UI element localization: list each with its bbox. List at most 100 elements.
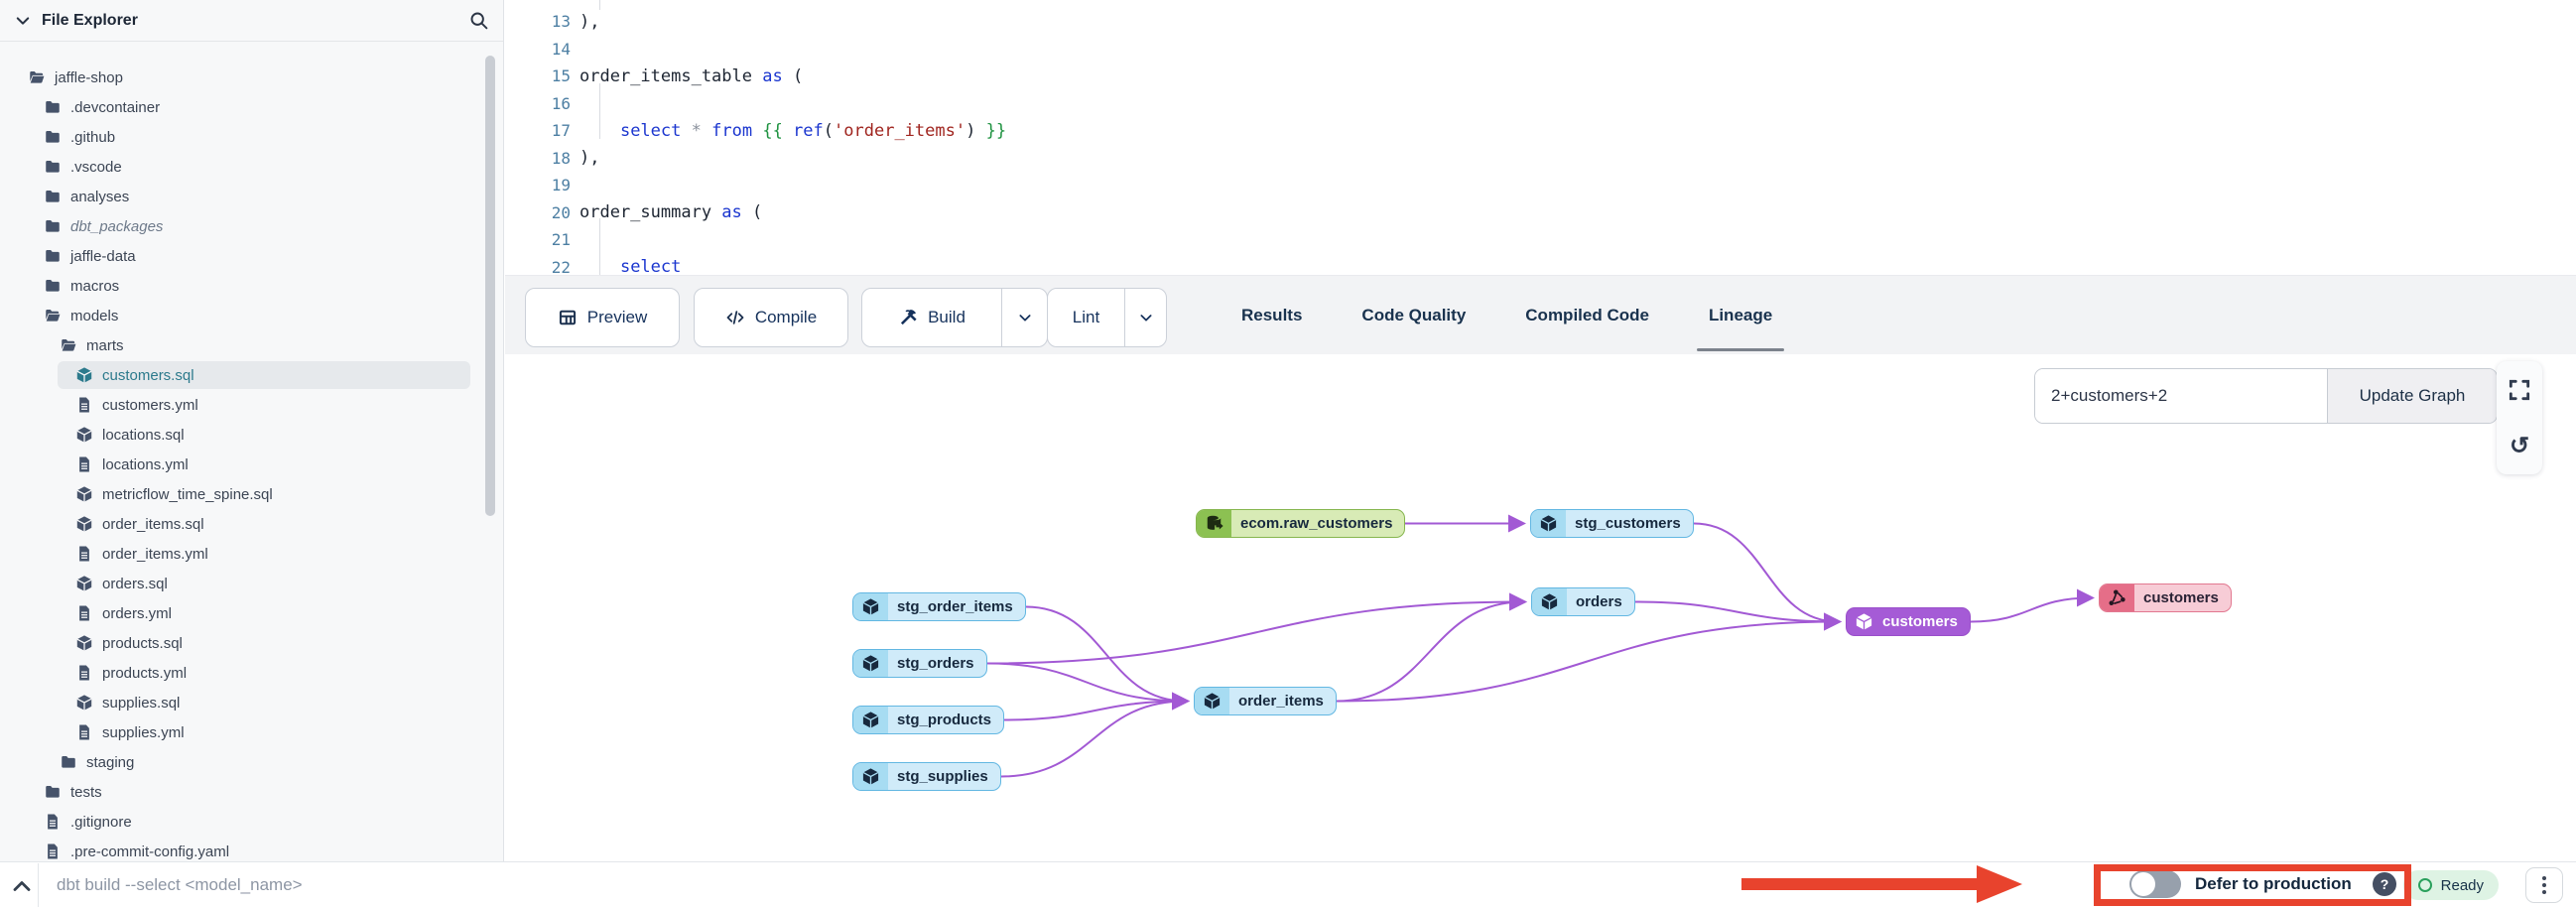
tree-item-order-items-sql[interactable]: order_items.sql (0, 509, 503, 539)
tree-item-label: dbt_packages (70, 218, 163, 235)
line-number: 18 (505, 149, 571, 168)
lineage-selector-input[interactable] (2035, 369, 2327, 423)
tree-item-products-sql[interactable]: products.sql (0, 628, 503, 658)
tree-item-label: locations.yml (102, 456, 189, 473)
code-line-15: 15order_items_table as ( (505, 63, 2576, 90)
file-tree: jaffle-shop.devcontainer.github.vscodean… (0, 42, 503, 861)
lineage-node-stg-orders[interactable]: stg_orders (852, 649, 987, 678)
tree-item-label: order_items.yml (102, 546, 208, 563)
tree-item--vscode[interactable]: .vscode (0, 152, 503, 182)
chevron-up-icon[interactable] (10, 874, 34, 896)
folder-icon (44, 188, 62, 205)
tree-item-orders-yml[interactable]: orders.yml (0, 598, 503, 628)
tree-item-supplies-yml[interactable]: supplies.yml (0, 717, 503, 747)
tree-item-jaffle-data[interactable]: jaffle-data (0, 241, 503, 271)
fullscreen-icon[interactable] (2507, 377, 2532, 403)
tree-item-locations-sql[interactable]: locations.sql (0, 420, 503, 450)
update-graph-button[interactable]: Update Graph (2327, 369, 2497, 423)
tree-item-label: orders.sql (102, 576, 168, 592)
chevron-down-icon[interactable] (14, 12, 32, 30)
tree-item-staging[interactable]: staging (0, 747, 503, 777)
lineage-node-stg-supplies[interactable]: stg_supplies (852, 762, 1001, 791)
file-icon (75, 604, 93, 622)
node-label: stg_orders (888, 650, 986, 677)
tab-lineage[interactable]: Lineage (1703, 276, 1778, 355)
annotation-highlight-box (2094, 864, 2411, 906)
tab-results[interactable]: Results (1235, 276, 1308, 355)
tree-item-dbt-packages[interactable]: dbt_packages (0, 211, 503, 241)
folder-icon (44, 128, 62, 146)
tree-item-label: metricflow_time_spine.sql (102, 486, 273, 503)
code-text: ), (580, 148, 599, 168)
file-icon (75, 545, 93, 563)
file-icon (75, 396, 93, 414)
ready-circle-icon (2418, 878, 2432, 892)
compile-button[interactable]: Compile (694, 288, 848, 347)
model-node-icon (853, 593, 888, 620)
node-label: stg_customers (1566, 510, 1693, 537)
tab-code-quality[interactable]: Code Quality (1355, 276, 1472, 355)
preview-button[interactable]: Preview (525, 288, 680, 347)
tree-item--pre-commit-config-yaml[interactable]: .pre-commit-config.yaml (0, 837, 503, 861)
edge-stg_order_items-to-order_items (1026, 607, 1186, 702)
tree-item-supplies-sql[interactable]: supplies.sql (0, 688, 503, 717)
tree-item-tests[interactable]: tests (0, 777, 503, 807)
model-node-icon (1847, 608, 1873, 635)
status-badge[interactable]: Ready (2403, 870, 2499, 900)
tree-item-label: locations.sql (102, 427, 185, 444)
tree-item-models[interactable]: models (0, 301, 503, 330)
lineage-node-orders[interactable]: orders (1531, 587, 1635, 616)
search-icon[interactable] (468, 10, 489, 31)
ready-label: Ready (2441, 877, 2484, 894)
lineage-node-stg-customers[interactable]: stg_customers (1530, 509, 1694, 538)
build-button-group: Build (861, 288, 1048, 347)
model-icon (75, 694, 93, 712)
tree-item-orders-sql[interactable]: orders.sql (0, 569, 503, 598)
lineage-node-stg-order-items[interactable]: stg_order_items (852, 592, 1026, 621)
tree-item-label: models (70, 308, 118, 324)
tree-item-label: .gitignore (70, 814, 132, 831)
tree-item--devcontainer[interactable]: .devcontainer (0, 92, 503, 122)
tree-item-locations-yml[interactable]: locations.yml (0, 450, 503, 479)
node-label: ecom.raw_customers (1231, 510, 1404, 537)
reset-view-icon[interactable]: ↺ (2507, 434, 2532, 459)
model-icon (75, 634, 93, 652)
line-number: 22 (505, 258, 571, 276)
tree-item-analyses[interactable]: analyses (0, 182, 503, 211)
code-line-18: 18), (505, 144, 2576, 172)
lineage-node-customers-semantic[interactable]: customers (2099, 583, 2232, 612)
kebab-menu-button[interactable] (2525, 867, 2563, 903)
editor-toolbar: Preview Compile Build Lint (505, 275, 2576, 354)
tree-item-metricflow-time-spine-sql[interactable]: metricflow_time_spine.sql (0, 479, 503, 509)
code-editor[interactable]: 1213),1415order_items_table as (1617 sel… (505, 0, 2576, 275)
tree-item--github[interactable]: .github (0, 122, 503, 152)
node-label: customers (2134, 584, 2231, 611)
lineage-node-stg-products[interactable]: stg_products (852, 706, 1004, 734)
tree-item-jaffle-shop[interactable]: jaffle-shop (0, 63, 503, 92)
lint-dropdown-chevron[interactable] (1124, 289, 1166, 346)
tree-item-marts[interactable]: marts (0, 330, 503, 360)
code-text: order_items_table as ( (580, 66, 803, 86)
tree-item--gitignore[interactable]: .gitignore (0, 807, 503, 837)
file-tree-scrollbar[interactable] (485, 56, 495, 516)
tree-item-customers-sql[interactable]: customers.sql (0, 360, 503, 390)
tree-item-customers-yml[interactable]: customers.yml (0, 390, 503, 420)
tab-compiled-code[interactable]: Compiled Code (1519, 276, 1655, 355)
code-text: ), (580, 12, 599, 32)
file-icon (75, 455, 93, 473)
tree-item-order-items-yml[interactable]: order_items.yml (0, 539, 503, 569)
lineage-node-ecom-raw-customers[interactable]: ecom.raw_customers (1196, 509, 1405, 538)
code-line-14: 14 (505, 35, 2576, 63)
tree-item-macros[interactable]: macros (0, 271, 503, 301)
folder-open-icon (44, 307, 62, 324)
tree-item-label: customers.sql (102, 367, 194, 384)
command-input[interactable] (38, 863, 1743, 907)
tree-item-products-yml[interactable]: products.yml (0, 658, 503, 688)
build-dropdown-chevron[interactable] (1001, 289, 1047, 346)
build-button[interactable]: Build (862, 289, 1001, 346)
tree-item-label: order_items.sql (102, 516, 204, 533)
lineage-node-order-items[interactable]: order_items (1194, 687, 1337, 715)
folder-icon (44, 217, 62, 235)
lineage-node-customers[interactable]: customers (1846, 607, 1971, 636)
lint-button[interactable]: Lint (1048, 289, 1124, 346)
